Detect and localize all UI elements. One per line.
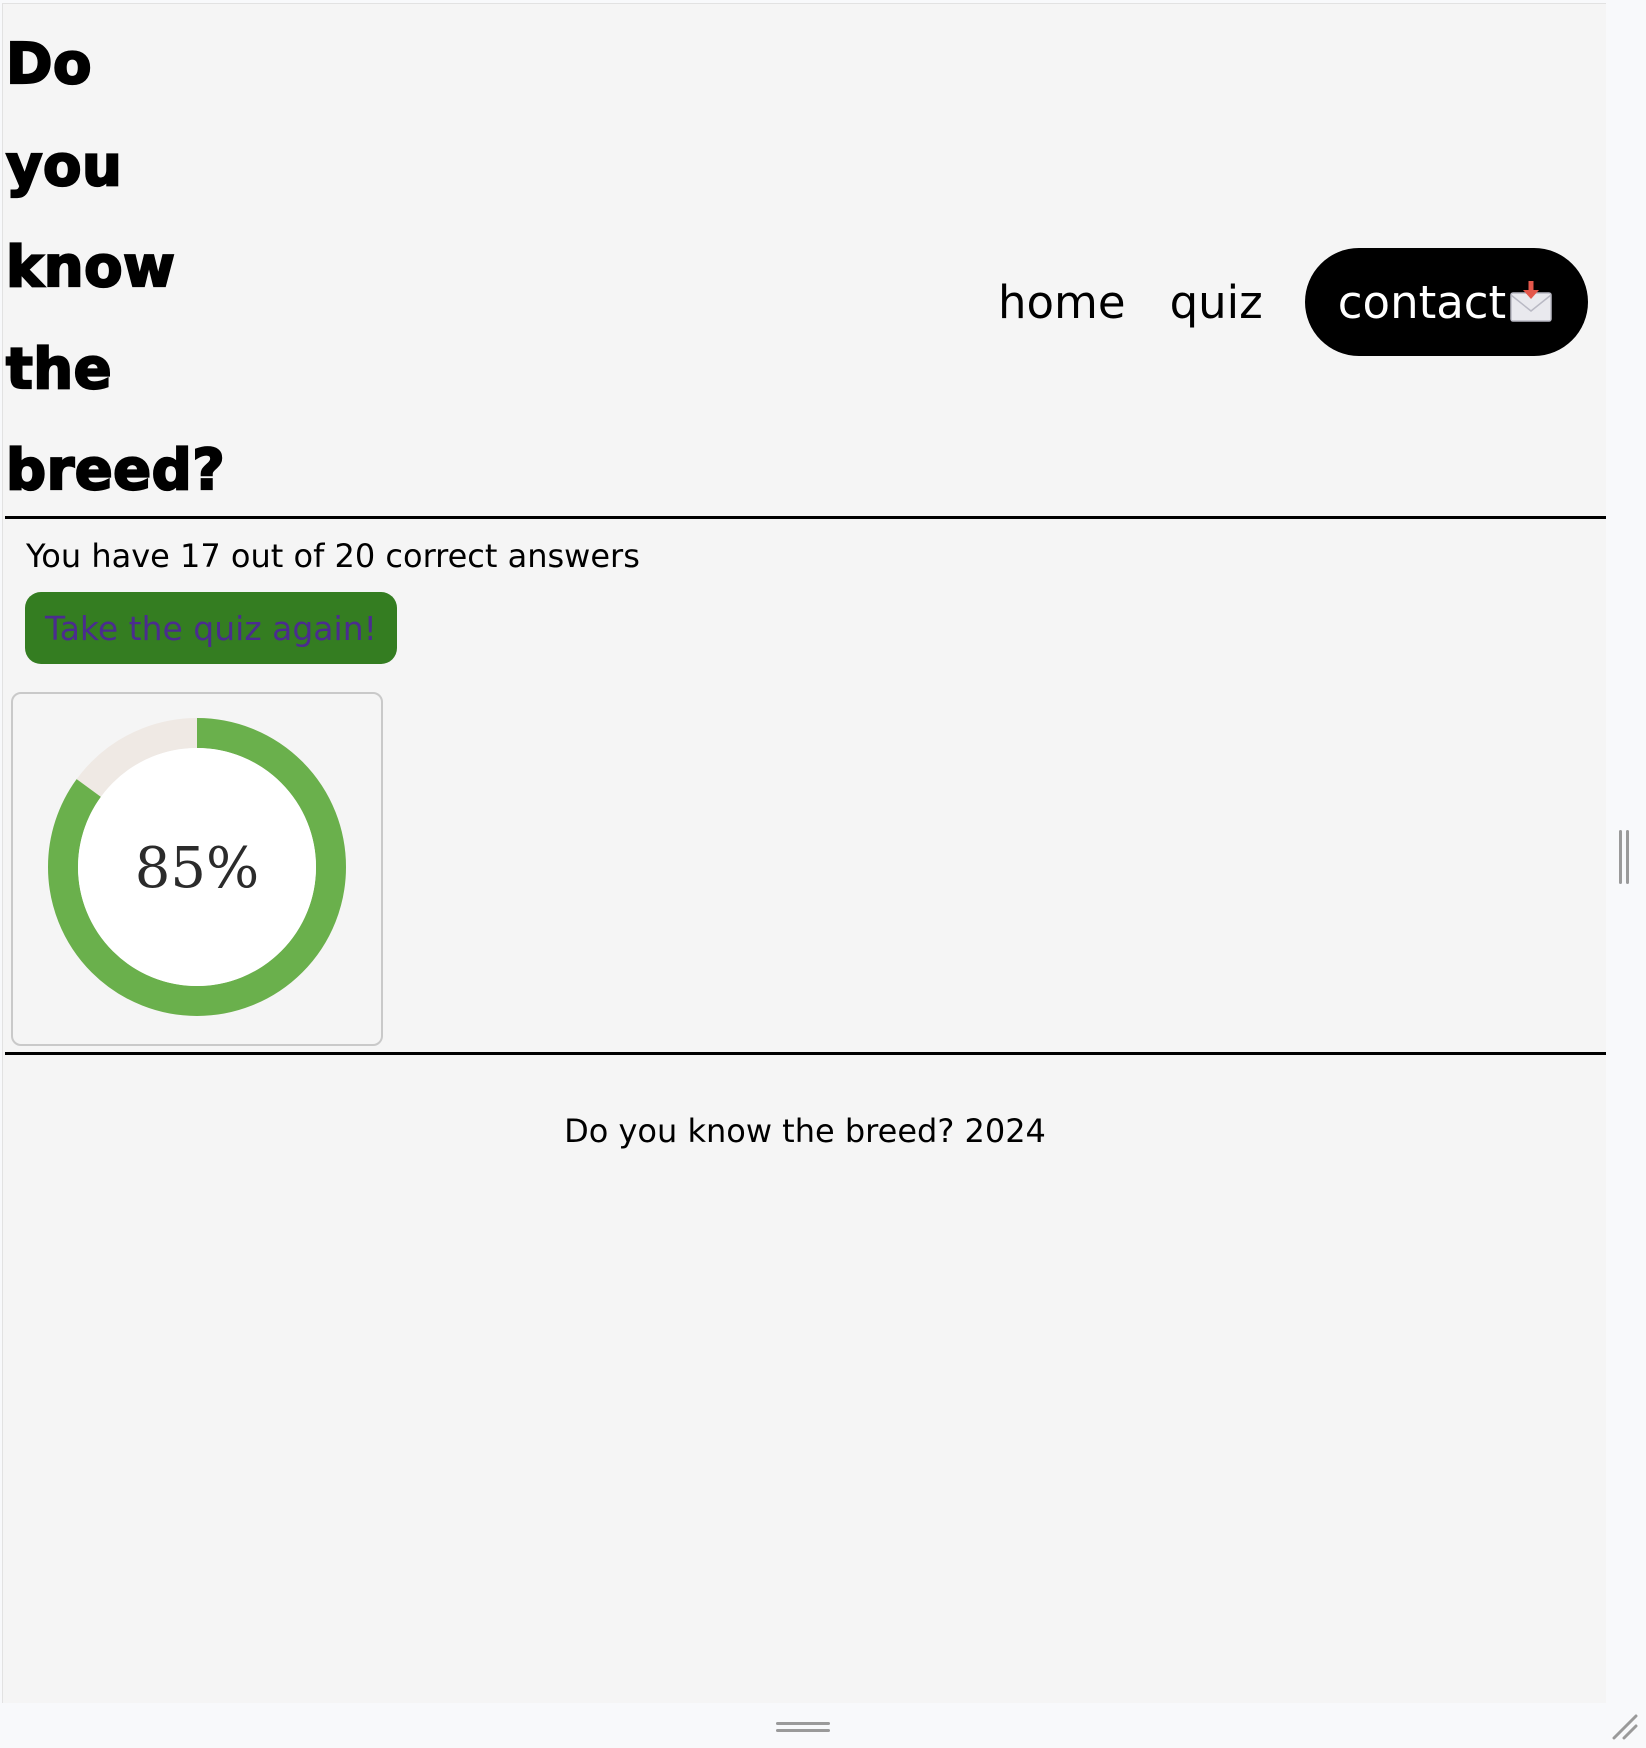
site-title-line: you — [5, 132, 123, 199]
score-donut-chart: 85% — [48, 718, 346, 1016]
viewport-height-resize-handle[interactable] — [776, 1720, 830, 1734]
score-chart-card: 85% — [11, 692, 383, 1046]
site-title-line: know — [5, 234, 176, 301]
site-title-line: the — [5, 335, 113, 402]
resize-corner-icon[interactable] — [1610, 1712, 1638, 1740]
chart-percent-label: 85% — [135, 836, 259, 901]
contact-button[interactable]: contact — [1304, 248, 1589, 356]
viewport-width-resize-handle[interactable] — [1617, 830, 1631, 884]
main-nav: home quiz contact — [998, 248, 1589, 356]
site-title: Do you know the breed? — [5, 14, 266, 522]
score-text: You have 17 out of 20 correct answers — [26, 537, 640, 575]
site-title-line: Do — [5, 31, 93, 98]
nav-home-link[interactable]: home — [998, 276, 1126, 329]
retry-quiz-button[interactable]: Take the quiz again! — [25, 592, 397, 664]
contact-label: contact — [1337, 275, 1507, 329]
site-title-line: breed? — [5, 437, 226, 504]
footer-divider — [5, 1052, 1606, 1055]
page-viewport: Do you know the breed? home quiz contact… — [2, 3, 1606, 1703]
envelope-with-arrow-icon — [1510, 281, 1552, 322]
header-divider — [5, 516, 1606, 519]
footer-text: Do you know the breed? 2024 — [564, 1112, 1046, 1150]
nav-quiz-link[interactable]: quiz — [1170, 276, 1263, 329]
